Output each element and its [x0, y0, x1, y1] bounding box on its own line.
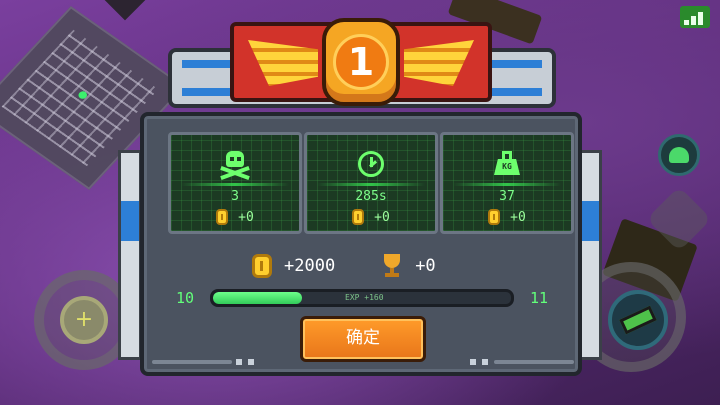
results-panel: 3 +0 285s +0 KG 37 +0 +2000 +0 10 EXP +1…: [140, 112, 582, 376]
weight-icon-label: KG: [502, 162, 512, 171]
current-level: 10: [175, 289, 195, 307]
trophy-icon: [381, 254, 403, 278]
stat-value: 285s: [355, 189, 387, 204]
coin-icon: [488, 209, 501, 225]
panel-deco-dot: [482, 359, 488, 365]
panel-deco-line: [494, 360, 574, 364]
coin-icon: [252, 254, 272, 278]
panel-deco-dot: [248, 359, 254, 365]
exp-bar-fill: [213, 292, 303, 304]
stat-value: 3: [231, 189, 239, 204]
rank-medal: 1: [322, 18, 400, 106]
stat-card-kills: 3 +0: [168, 132, 302, 234]
wing-left-icon: [248, 40, 318, 86]
total-coins: +2000: [284, 256, 336, 276]
stat-card-weight: KG 37 +0: [440, 132, 574, 234]
stat-reward-amount: +0: [374, 209, 390, 225]
stat-reward: +0: [307, 209, 435, 225]
signal-strength-icon: [680, 6, 710, 28]
stat-reward-amount: +0: [238, 209, 254, 225]
weapon-button[interactable]: [608, 290, 668, 350]
coin-icon: [352, 209, 365, 225]
total-trophies: +0: [415, 256, 436, 276]
plus-icon: +: [60, 296, 108, 344]
stat-card-time: 285s +0: [304, 132, 438, 234]
skull-crossbones-icon: [215, 147, 255, 181]
panel-deco-line: [152, 360, 232, 364]
stat-reward-amount: +0: [510, 209, 526, 225]
next-level: 11: [529, 289, 549, 307]
wing-right-icon: [404, 40, 474, 86]
frame-pillar-left: [118, 150, 142, 360]
stat-value: 37: [499, 189, 515, 204]
stat-reward: +0: [171, 209, 299, 225]
coin-icon: [216, 209, 229, 225]
total-rewards: +2000 +0: [252, 254, 436, 278]
weight-icon: KG: [487, 147, 527, 181]
stat-reward: +0: [443, 209, 571, 225]
panel-deco-dot: [470, 359, 476, 365]
exp-gain-label: EXP +160: [345, 293, 384, 302]
level-progress: 10 EXP +160 11: [170, 286, 554, 310]
skill-button[interactable]: [658, 134, 700, 176]
confirm-button[interactable]: 确定: [300, 316, 426, 362]
rank-number: 1: [333, 34, 389, 90]
clock-icon: [351, 147, 391, 181]
gun-icon: [619, 305, 657, 335]
exp-bar: EXP +160: [210, 289, 514, 307]
panel-deco-dot: [236, 359, 242, 365]
tree-icon: [669, 147, 689, 163]
